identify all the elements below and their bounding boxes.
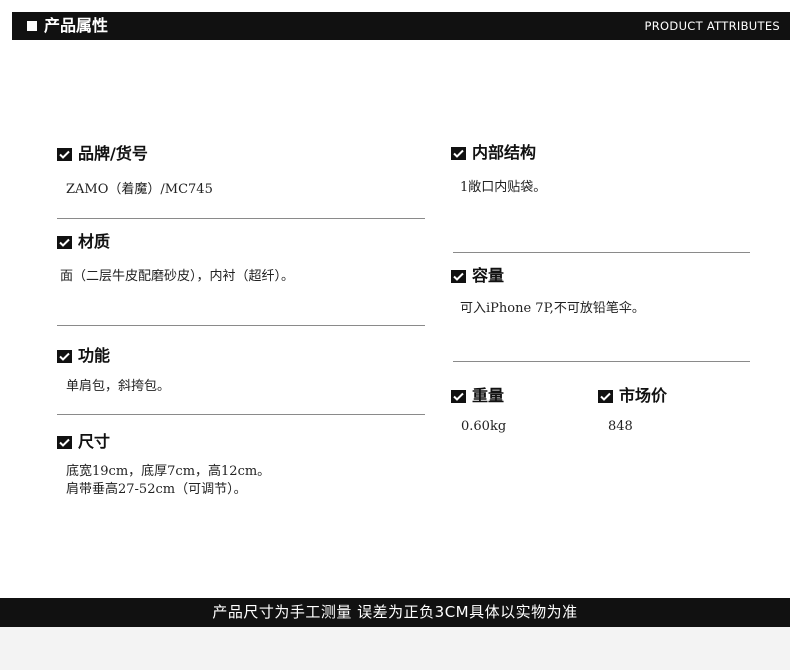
material-label: 材质 <box>78 232 111 251</box>
size-value-line2: 肩带垂高27-52cm（可调节）。 <box>66 482 247 497</box>
size-label: 尺寸 <box>78 432 111 451</box>
checkbox-check-icon <box>451 269 466 283</box>
price-value: 848 <box>608 419 633 434</box>
function-label: 功能 <box>78 346 111 365</box>
weight-value: 0.60kg <box>461 419 507 434</box>
brand-value: ZAMO（着魔）/MC745 <box>66 182 213 197</box>
function-value: 单肩包，斜挎包。 <box>66 379 171 394</box>
material-heading: 材质 <box>57 232 110 252</box>
square-bullet-icon <box>27 21 37 31</box>
brand-heading: 品牌/货号 <box>57 144 148 164</box>
size-heading: 尺寸 <box>57 432 110 452</box>
checkbox-check-icon <box>451 389 466 403</box>
divider <box>57 218 425 219</box>
material-value: 面（二层牛皮配磨砂皮），内衬（超纤）。 <box>60 269 295 284</box>
structure-value: 1敞口内贴袋。 <box>460 180 547 195</box>
divider <box>57 325 425 326</box>
page-title: 产品属性 <box>44 16 109 35</box>
checkbox-check-icon <box>57 147 72 161</box>
checkbox-check-icon <box>57 235 72 249</box>
structure-heading: 内部结构 <box>451 143 536 163</box>
footer-strip <box>0 627 790 670</box>
weight-label: 重量 <box>472 386 505 405</box>
divider <box>453 361 750 362</box>
measurement-note-bar: 产品尺寸为手工测量 误差为正负3CM具体以实物为准 <box>0 598 790 627</box>
capacity-heading: 容量 <box>451 266 504 286</box>
divider <box>453 252 750 253</box>
page-subtitle: PRODUCT ATTRIBUTES <box>644 19 780 33</box>
checkbox-check-icon <box>598 389 613 403</box>
size-value-line1: 底宽19cm，底厚7cm，高12cm。 <box>66 464 271 479</box>
function-heading: 功能 <box>57 346 110 366</box>
measurement-note: 产品尺寸为手工测量 误差为正负3CM具体以实物为准 <box>212 603 578 621</box>
checkbox-check-icon <box>57 435 72 449</box>
weight-heading: 重量 <box>451 386 504 406</box>
structure-label: 内部结构 <box>472 143 537 162</box>
brand-label: 品牌/货号 <box>78 144 148 163</box>
divider <box>57 414 425 415</box>
checkbox-check-icon <box>57 349 72 363</box>
price-heading: 市场价 <box>598 386 667 406</box>
capacity-value: 可入iPhone 7P,不可放铅笔伞。 <box>460 301 645 316</box>
checkbox-check-icon <box>451 146 466 160</box>
header-bar: 产品属性 PRODUCT ATTRIBUTES <box>12 12 790 40</box>
capacity-label: 容量 <box>472 266 505 285</box>
price-label: 市场价 <box>619 386 668 405</box>
